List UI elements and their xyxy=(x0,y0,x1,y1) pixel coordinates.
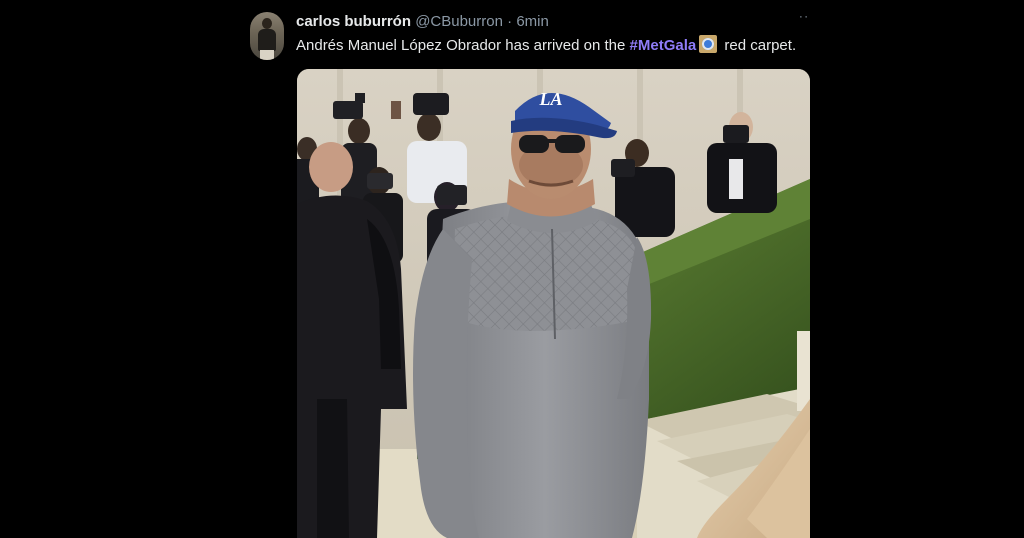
more-dots-icon[interactable]: · · xyxy=(794,10,812,28)
cap-logo: LA xyxy=(538,89,562,109)
avatar-figure-head xyxy=(262,18,272,29)
tweet-text-before: Andrés Manuel López Obrador has arrived … xyxy=(296,37,630,54)
hashtag-link[interactable]: #MetGala xyxy=(630,37,697,54)
avatar[interactable] xyxy=(250,12,284,60)
tweet-photo[interactable]: LA xyxy=(297,69,810,538)
tweet-timestamp[interactable]: 6min xyxy=(516,13,549,30)
tweet-header: carlos buburrón @CBuburron · 6min xyxy=(296,12,549,32)
met-gala-hashflag-icon xyxy=(699,35,718,53)
avatar-figure-torso xyxy=(258,29,276,51)
author-handle[interactable]: @CBuburron xyxy=(415,13,503,30)
meta-separator: · xyxy=(507,13,513,30)
author-display-name[interactable]: carlos buburrón xyxy=(296,13,411,30)
avatar-figure-legs xyxy=(260,50,274,60)
tweet[interactable]: carlos buburrón @CBuburron · 6min · · An… xyxy=(248,8,814,538)
tweet-text: Andrés Manuel López Obrador has arrived … xyxy=(296,35,796,56)
tweet-text-after: red carpet. xyxy=(720,37,797,54)
